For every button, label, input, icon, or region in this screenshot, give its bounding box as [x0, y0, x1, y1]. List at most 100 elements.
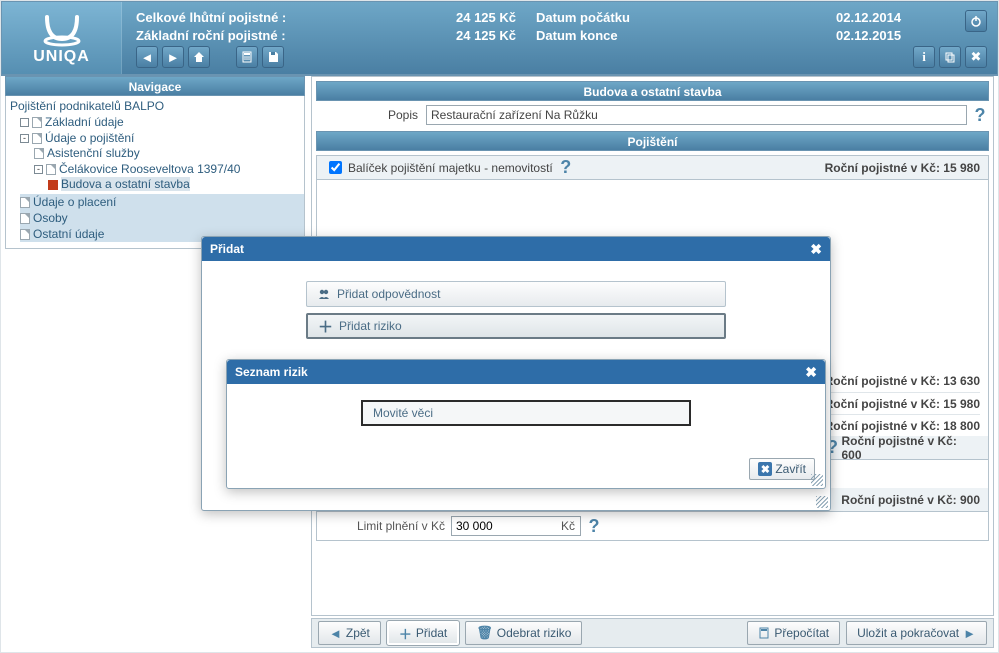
- tree-toggle[interactable]: -: [34, 165, 43, 174]
- copy-icon: [944, 51, 956, 63]
- power-button[interactable]: [965, 10, 987, 32]
- save-continue-button[interactable]: Uložit a pokračovat ►: [846, 621, 987, 645]
- nav-forward-button[interactable]: ►: [162, 46, 184, 68]
- modal-add-close[interactable]: ✖: [810, 241, 822, 258]
- section-insurance-title: Pojištění: [316, 131, 989, 151]
- package-checkbox[interactable]: [329, 161, 342, 174]
- help-icon[interactable]: ?: [557, 159, 575, 177]
- chevron-right-icon: ►: [963, 626, 976, 641]
- page-icon: [34, 148, 44, 159]
- nav-udaje-poj[interactable]: Údaje o pojištění: [45, 131, 134, 145]
- nav-title: Navigace: [5, 76, 305, 96]
- skla-limit-input[interactable]: [451, 516, 581, 536]
- plus-icon: ＋: [318, 316, 333, 337]
- nav-ostatni[interactable]: Ostatní údaje: [33, 227, 104, 241]
- close-icon: ✖: [971, 49, 982, 65]
- app-header: UNIQA Celkové lhůtní pojistné : 24 125 K…: [1, 1, 998, 76]
- back-button[interactable]: ◄ Zpět: [318, 621, 381, 645]
- modal-risk-close[interactable]: ✖: [805, 364, 817, 381]
- brand-logo: UNIQA: [2, 2, 122, 74]
- skla-amount: Roční pojistné v Kč: 900: [841, 493, 980, 507]
- power-icon: [970, 15, 982, 27]
- save-button[interactable]: [262, 46, 284, 68]
- nav-placeni[interactable]: Údaje o placení: [33, 195, 116, 209]
- back-button-label: Zpět: [346, 626, 370, 640]
- nav-osoby[interactable]: Osoby: [33, 211, 68, 225]
- resize-handle[interactable]: [811, 474, 823, 486]
- recalc-label: Přepočítat: [774, 626, 829, 640]
- package-label: Balíček pojištění majetku - nemovitostí: [348, 161, 553, 175]
- close-icon: ✖: [758, 462, 772, 476]
- header-base-premium-value: 24 125 Kč: [456, 28, 536, 43]
- package-amount: Roční pojistné v Kč: 15 980: [825, 161, 980, 175]
- header-end-date-label: Datum konce: [536, 28, 836, 43]
- calculator-icon: [758, 627, 770, 639]
- recalc-button[interactable]: Přepočítat: [747, 621, 840, 645]
- add-responsibility-button[interactable]: Přidat odpovědnost: [306, 281, 726, 307]
- line-amount: Roční pojistné v Kč: 15 980: [825, 397, 980, 411]
- nav-budova[interactable]: Budova a ostatní stavba: [61, 177, 190, 191]
- help-icon[interactable]: ?: [971, 106, 989, 124]
- add-button[interactable]: ＋ Přidat: [387, 621, 459, 645]
- remove-risk-button[interactable]: 🗑 Odebrat riziko: [465, 621, 582, 645]
- nav-tree: Pojištění podnikatelů BALPO Základní úda…: [5, 96, 305, 249]
- header-total-premium-label: Celkové lhůtní pojistné :: [136, 10, 456, 25]
- calculator-button[interactable]: [236, 46, 258, 68]
- line-amount: Roční pojistné v Kč: 18 800: [825, 419, 980, 433]
- page-icon: [32, 133, 42, 144]
- add-button-label: Přidat: [416, 626, 447, 640]
- add-responsibility-label: Přidat odpovědnost: [337, 287, 440, 301]
- modal-risk-list: Seznam rizik ✖ Movité věci ✖ Zavřít: [226, 359, 826, 489]
- home-icon: [193, 51, 205, 63]
- popis-label: Popis: [316, 108, 426, 122]
- uniqa-logo-icon: [42, 15, 82, 47]
- trash-icon: 🗑: [476, 625, 493, 641]
- nav-zakladni[interactable]: Základní údaje: [45, 115, 124, 129]
- close-button[interactable]: ✖: [965, 46, 987, 68]
- chevron-left-icon: ◄: [329, 626, 342, 641]
- help-icon[interactable]: ?: [585, 517, 603, 535]
- section-building-title: Budova a ostatní stavba: [316, 81, 989, 101]
- nav-asist[interactable]: Asistenční služby: [47, 146, 140, 160]
- tree-toggle[interactable]: -: [20, 134, 29, 143]
- resize-handle[interactable]: [816, 496, 828, 508]
- building-icon: [48, 180, 58, 190]
- modal-risk-close-button[interactable]: ✖ Zavřít: [749, 458, 815, 480]
- risk-item-movite[interactable]: Movité věci: [361, 400, 691, 426]
- nav-root[interactable]: Pojištění podnikatelů BALPO: [10, 99, 164, 113]
- modal-risk-close-label: Zavřít: [775, 462, 806, 476]
- header-total-premium-value: 24 125 Kč: [456, 10, 536, 25]
- add-risk-button[interactable]: ＋ Přidat riziko: [306, 313, 726, 339]
- header-start-date-value: 02.12.2014: [836, 10, 901, 25]
- modal-risk-title: Seznam rizik: [235, 365, 308, 379]
- info-icon: i: [922, 49, 926, 65]
- header-end-date-value: 02.12.2015: [836, 28, 901, 43]
- page-icon: [20, 197, 30, 208]
- popis-input[interactable]: [426, 105, 967, 125]
- kradez-amount: Roční pojistné v Kč: 600: [842, 434, 981, 462]
- line-amount: Roční pojistné v Kč: 13 630: [825, 374, 980, 388]
- plus-icon: ＋: [399, 624, 412, 643]
- bottom-toolbar: ◄ Zpět ＋ Přidat 🗑 Odebrat riziko Přepočítat…: [311, 618, 994, 648]
- header-base-premium-label: Základní roční pojistné :: [136, 28, 456, 43]
- info-button[interactable]: i: [913, 46, 935, 68]
- copy-button[interactable]: [939, 46, 961, 68]
- nav-adresa[interactable]: Čelákovice Rooseveltova 1397/40: [59, 162, 240, 176]
- page-icon: [46, 164, 56, 175]
- header-start-date-label: Datum počátku: [536, 10, 836, 25]
- remove-risk-label: Odebrat riziko: [497, 626, 572, 640]
- brand-name: UNIQA: [33, 48, 90, 66]
- people-icon: [317, 287, 331, 301]
- calculator-icon: [241, 51, 253, 63]
- save-icon: [267, 51, 279, 63]
- page-icon: [32, 117, 42, 128]
- nav-home-button[interactable]: [188, 46, 210, 68]
- save-continue-label: Uložit a pokračovat: [857, 626, 959, 640]
- page-icon: [20, 229, 30, 240]
- modal-add-title: Přidat: [210, 242, 244, 256]
- page-icon: [20, 213, 30, 224]
- risk-item-label: Movité věci: [373, 406, 433, 420]
- skla-limit-label: Limit plnění v Kč: [325, 519, 445, 533]
- tree-toggle[interactable]: [20, 118, 29, 127]
- nav-back-button[interactable]: ◄: [136, 46, 158, 68]
